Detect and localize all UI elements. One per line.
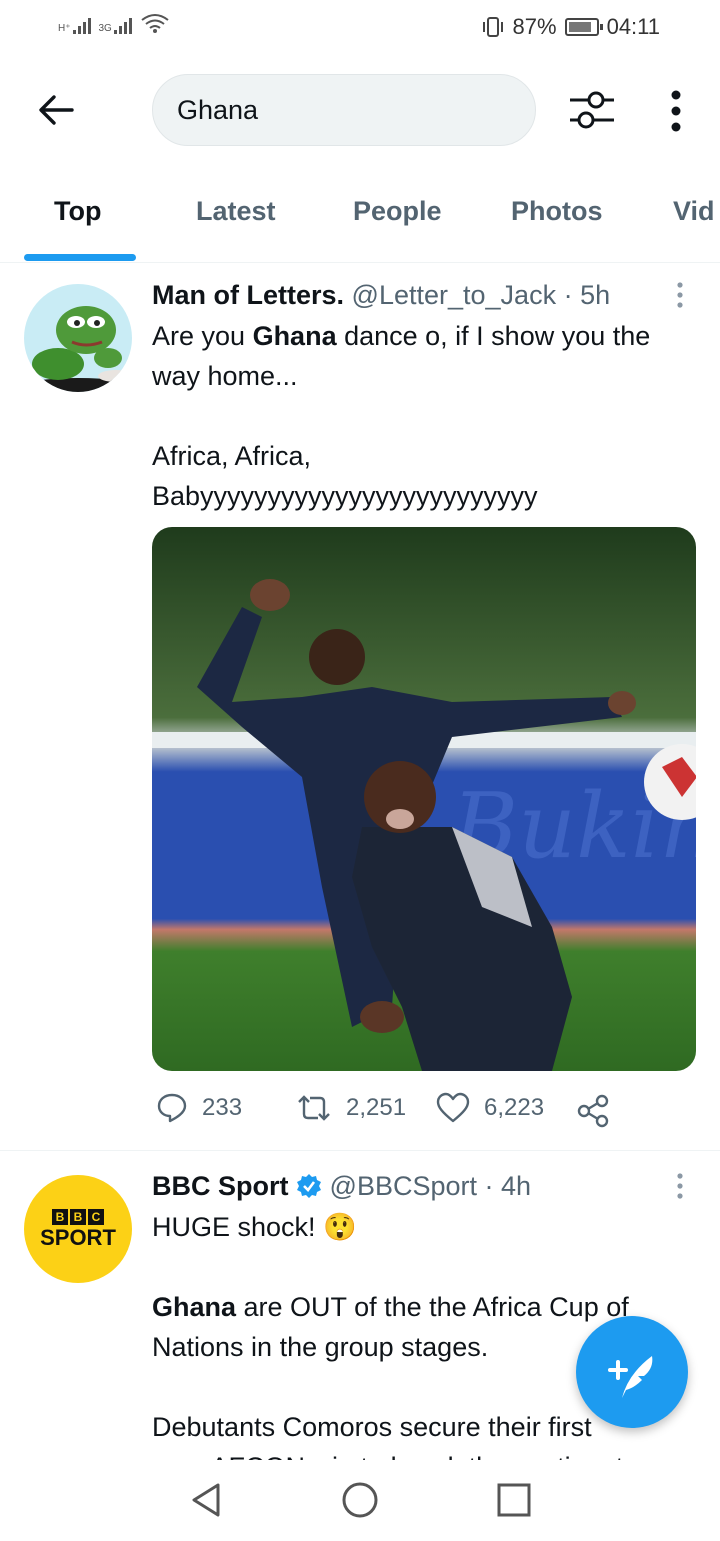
tweet-text-highlight: Ghana (252, 321, 337, 351)
author-name[interactable]: Man of Letters. (152, 280, 344, 310)
status-bar: H⁺ 3G 87% 04:11 (0, 0, 720, 56)
tab-photos[interactable]: Photos (511, 196, 603, 227)
battery-icon (564, 18, 603, 36)
tweet-text: Are you Ghana dance o, if I show you the… (152, 316, 702, 516)
search-filter-icon[interactable] (566, 88, 618, 132)
tweet-text-highlight: Ghana (152, 1292, 237, 1322)
like-count: 6,223 (484, 1094, 545, 1121)
avatar[interactable]: B B C SPORT (24, 1175, 132, 1283)
tweet-time: · 4h (484, 1171, 532, 1201)
battery-percent: 87% (512, 14, 557, 39)
back-arrow-icon[interactable] (36, 90, 76, 130)
reply-icon (157, 1093, 187, 1123)
retweet-icon (298, 1095, 330, 1121)
tweet-header: Man of Letters. @Letter_to_Jack · 5h (152, 280, 610, 311)
like-button[interactable]: 6,223 (436, 1092, 544, 1124)
pepe-avatar-icon (24, 284, 132, 392)
tab-people[interactable]: People (353, 196, 442, 227)
tweet-time: · 5h (563, 280, 611, 310)
network-type-2: 3G (98, 23, 112, 34)
nav-back-icon[interactable] (186, 1480, 226, 1520)
retweet-count: 2,251 (346, 1094, 407, 1121)
tweet-media-image[interactable]: Bukin (152, 527, 696, 1071)
nav-recents-icon[interactable] (494, 1480, 534, 1520)
tweet[interactable]: Man of Letters. @Letter_to_Jack · 5h Are… (0, 262, 720, 1150)
author-handle[interactable]: @Letter_to_Jack (352, 280, 557, 310)
vibrate-icon (482, 17, 503, 37)
active-tab-indicator (24, 254, 136, 261)
wifi-icon (141, 14, 169, 33)
tweet-header: BBC Sport @BBCSport · 4h (152, 1171, 531, 1202)
football-photo: Bukin (152, 527, 696, 1071)
avatar[interactable] (24, 284, 132, 392)
retweet-button[interactable]: 2,251 (296, 1092, 406, 1124)
share-icon[interactable] (576, 1094, 610, 1128)
author-name[interactable]: BBC Sport (152, 1171, 289, 1201)
tweet-menu-icon[interactable] (674, 1173, 686, 1199)
search-input[interactable]: Ghana (152, 74, 536, 146)
tweet-actions: 233 2,251 6,223 (152, 1092, 712, 1132)
tweet-text-line: ever AFCON win to knock the continent (152, 1447, 702, 1460)
tab-latest[interactable]: Latest (196, 196, 276, 227)
signal-icon: H⁺ (58, 18, 91, 34)
verified-badge-icon (297, 1174, 322, 1198)
nav-home-icon[interactable] (340, 1480, 380, 1520)
author-handle[interactable]: @BBCSport (330, 1171, 477, 1201)
tweet-text-part: Are you (152, 321, 253, 351)
bbc-sport-text: SPORT (40, 1225, 116, 1250)
compose-feather-icon (608, 1356, 653, 1398)
tab-videos[interactable]: Vid (673, 196, 715, 227)
search-header: Ghana (0, 74, 720, 146)
bbc-logo-icon: B B C (52, 1209, 104, 1225)
search-tabs: Top Latest People Photos Vid (0, 180, 720, 263)
network-type-1: H⁺ (58, 23, 71, 34)
signal-icon-2: 3G (99, 18, 132, 34)
system-navigation-bar (0, 1460, 720, 1541)
tweet-text-line: HUGE shock! 😲 (152, 1212, 357, 1242)
clock: 04:11 (606, 14, 660, 39)
reply-count: 233 (202, 1094, 243, 1121)
compose-tweet-button[interactable] (576, 1316, 688, 1428)
heart-icon (436, 1092, 470, 1123)
tweet-menu-icon[interactable] (674, 282, 686, 308)
reply-button[interactable]: 233 (156, 1092, 242, 1124)
tab-top[interactable]: Top (54, 196, 101, 227)
more-options-icon[interactable] (664, 90, 688, 132)
